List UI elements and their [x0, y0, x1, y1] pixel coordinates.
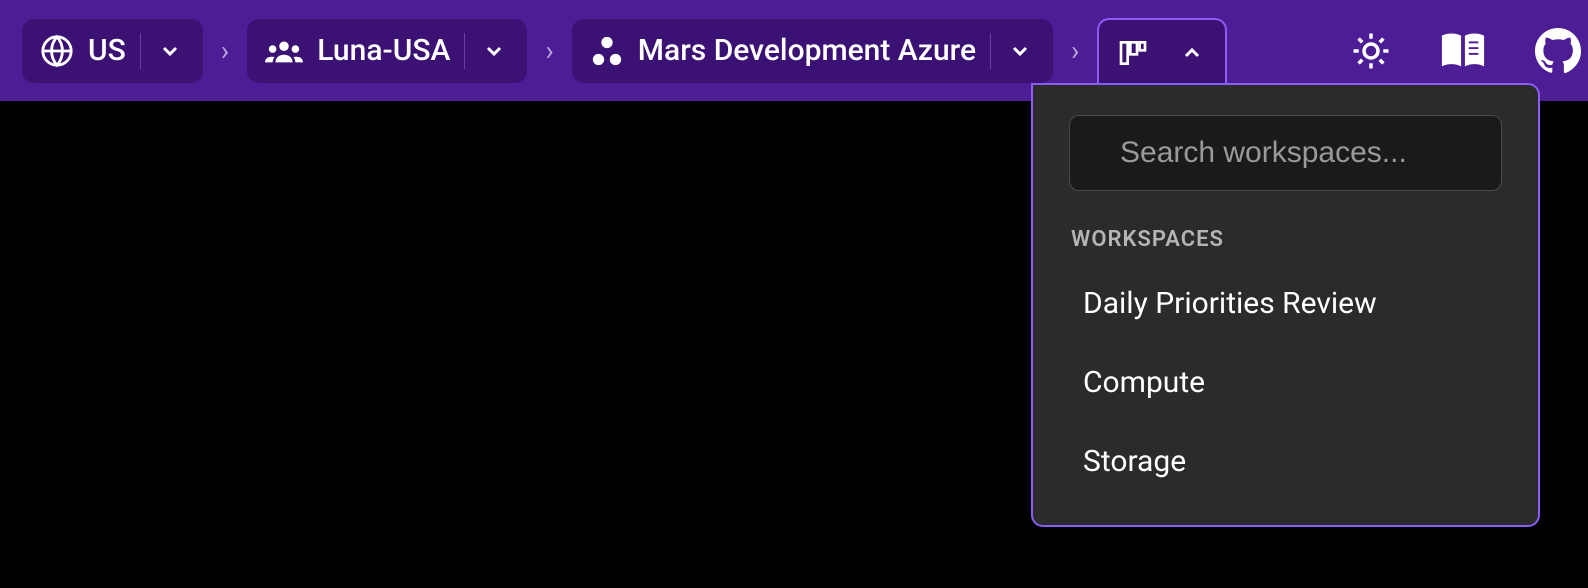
chevron-down-icon: [158, 39, 182, 63]
divider: [990, 33, 991, 69]
breadcrumb-org-label: Luna-USA: [317, 33, 450, 68]
breadcrumb-env-label: Mars Development Azure: [638, 33, 976, 68]
workspace-item[interactable]: Storage: [1069, 422, 1502, 501]
workspace-search-box[interactable]: [1069, 115, 1502, 191]
globe-icon: [40, 34, 74, 68]
people-icon: [265, 37, 303, 65]
github-link[interactable]: [1534, 27, 1582, 75]
workspace-item[interactable]: Compute: [1069, 343, 1502, 422]
docs-link[interactable]: [1440, 31, 1486, 71]
workspace-selector-button[interactable]: [1097, 18, 1227, 86]
org-dropdown-toggle[interactable]: [479, 19, 509, 83]
toolbar-right: [1350, 27, 1572, 75]
theme-toggle[interactable]: [1350, 30, 1392, 72]
workspace-section-label: WORKSPACES: [1071, 227, 1502, 252]
chevron-up-icon: [1180, 41, 1204, 65]
workspace-dropdown-toggle[interactable]: [1177, 21, 1207, 85]
github-icon: [1534, 27, 1582, 75]
breadcrumb-separator: ›: [215, 34, 235, 67]
chevron-down-icon: [1008, 39, 1032, 63]
breadcrumb-region[interactable]: US: [22, 19, 203, 83]
region-dropdown-toggle[interactable]: [155, 19, 185, 83]
breadcrumb-separator: ›: [1065, 34, 1085, 67]
divider: [140, 33, 141, 69]
workspace-dropdown-panel: WORKSPACES Daily Priorities Review Compu…: [1031, 83, 1540, 527]
sun-icon: [1350, 30, 1392, 72]
chevron-down-icon: [482, 39, 506, 63]
hierarchy-icon: [590, 34, 624, 68]
workspace-grid-icon: [1117, 37, 1149, 69]
breadcrumb-separator: ›: [539, 34, 559, 67]
workspace-item[interactable]: Daily Priorities Review: [1069, 264, 1502, 343]
env-dropdown-toggle[interactable]: [1005, 19, 1035, 83]
divider: [464, 33, 465, 69]
book-icon: [1440, 31, 1486, 71]
breadcrumb-org[interactable]: Luna-USA: [247, 19, 527, 83]
breadcrumb-env[interactable]: Mars Development Azure: [572, 19, 1053, 83]
breadcrumb-region-label: US: [88, 33, 126, 68]
workspace-search-input[interactable]: [1120, 136, 1506, 170]
